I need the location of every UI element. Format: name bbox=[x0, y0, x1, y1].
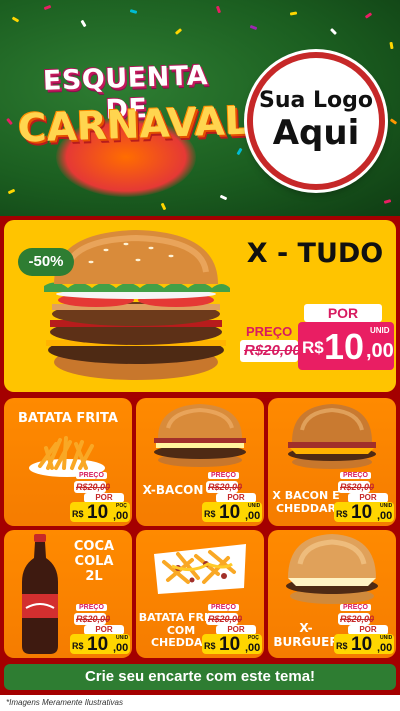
price-integer: 10 bbox=[87, 634, 109, 655]
confetti bbox=[80, 19, 87, 28]
burger-image bbox=[286, 534, 378, 604]
price-label: PREÇO bbox=[208, 472, 239, 479]
price-unit: POÇ bbox=[248, 635, 259, 641]
price-cents: ,00 bbox=[113, 510, 129, 522]
product-card-batata-frita-com-cheddar: BATATA FRITA COM CHEDDAR PREÇO R$20,00 P… bbox=[136, 530, 264, 658]
price-cents: ,00 bbox=[245, 510, 261, 522]
price-integer: 10 bbox=[324, 326, 365, 367]
old-price: R$20,00 bbox=[208, 482, 243, 492]
currency: R$ bbox=[336, 509, 348, 519]
old-price: R$20,00 bbox=[76, 614, 111, 624]
currency: R$ bbox=[204, 641, 216, 651]
confetti bbox=[43, 4, 52, 11]
confetti bbox=[249, 24, 258, 31]
price-cents: ,00 bbox=[245, 642, 261, 654]
price-label: PREÇO bbox=[340, 604, 371, 611]
confetti bbox=[289, 11, 298, 16]
price-tag: PREÇO R$20,00 POR R$ 10 ,00 UNID bbox=[70, 604, 130, 655]
por-label: POR bbox=[304, 304, 382, 322]
old-price: R$20,00 bbox=[340, 614, 375, 624]
price-unit: UNID bbox=[116, 635, 129, 641]
price-label: PREÇO bbox=[340, 472, 371, 479]
currency: R$ bbox=[336, 641, 348, 651]
price-label: PREÇO bbox=[246, 324, 293, 339]
price-label: PREÇO bbox=[208, 604, 239, 611]
old-price: R$20,00 bbox=[244, 342, 301, 359]
offers-panel: -50% X - TUDO PREÇO R$20,00 POR R$ 10 ,0… bbox=[0, 216, 400, 695]
burger-image bbox=[288, 404, 376, 469]
confetti bbox=[383, 199, 392, 204]
cta-banner[interactable]: Crie seu encarte com este tema! bbox=[4, 664, 396, 690]
confetti bbox=[219, 194, 228, 201]
confetti bbox=[215, 5, 222, 14]
product-name: BATATA FRITA bbox=[18, 411, 118, 426]
confetti bbox=[160, 202, 167, 211]
product-name: X BACON E CHEDDAR bbox=[272, 489, 340, 515]
price-tag: PREÇO R$20,00 POR R$ 10 ,00 UNID bbox=[334, 604, 394, 655]
price-unit: POÇ bbox=[116, 503, 127, 509]
confetti bbox=[364, 12, 373, 19]
logo-placeholder: Sua Logo Aqui bbox=[247, 52, 385, 190]
price-tag: PREÇO R$20,00 POR R$ 10 ,00 UNID bbox=[240, 300, 394, 382]
price-integer: 10 bbox=[87, 502, 109, 523]
product-name: X-BURGUER bbox=[273, 621, 339, 649]
product-card-batata-frita: BATATA FRITA PREÇO R$20,00 POR R$ 10 ,00… bbox=[4, 398, 132, 526]
product-card-x-burguer: X-BURGUER PREÇO R$20,00 POR R$ 10 ,00 UN… bbox=[268, 530, 396, 658]
price-cents: ,00 bbox=[377, 642, 393, 654]
price-integer: 10 bbox=[351, 634, 373, 655]
product-name: COCA COLA 2L bbox=[73, 539, 115, 584]
confetti bbox=[389, 41, 394, 50]
soda-bottle-image bbox=[22, 534, 58, 654]
price-integer: 10 bbox=[219, 634, 241, 655]
confetti bbox=[11, 16, 20, 23]
product-name: X-BACON bbox=[142, 483, 204, 497]
price-unit: UNID bbox=[248, 503, 261, 509]
footnote: *Imagens Meramente Ilustrativas bbox=[6, 698, 123, 707]
product-card-x-bacon-e-cheddar: X BACON E CHEDDAR PREÇO R$20,00 POR R$ 1… bbox=[268, 398, 396, 526]
price-tag: PREÇO R$20,00 POR R$ 10 ,00 UNID bbox=[202, 472, 262, 523]
confetti bbox=[329, 27, 338, 36]
price-integer: 10 bbox=[351, 502, 373, 523]
fries-cheddar-image bbox=[154, 544, 246, 594]
confetti bbox=[6, 117, 13, 126]
price-integer: 10 bbox=[219, 502, 241, 523]
price-label: PREÇO bbox=[76, 604, 107, 611]
price-unit: UNID bbox=[380, 503, 393, 509]
discount-badge: -50% bbox=[18, 248, 74, 276]
price-cents: ,00 bbox=[113, 642, 129, 654]
confetti bbox=[7, 188, 16, 195]
price-tag: PREÇO R$20,00 POR R$ 10 ,00 UNID bbox=[334, 472, 394, 523]
title-logo: ESQUENTA DE CARNAVAL bbox=[17, 55, 251, 197]
confetti bbox=[174, 28, 183, 35]
header-banner: ESQUENTA DE CARNAVAL Sua Logo Aqui bbox=[0, 0, 400, 216]
currency: R$ bbox=[302, 338, 324, 357]
product-card-x-bacon: X-BACON PREÇO R$20,00 POR R$ 10 ,00 UNID bbox=[136, 398, 264, 526]
currency: R$ bbox=[72, 641, 84, 651]
price-tag: PREÇO R$20,00 POR R$ 10 ,00 POÇ bbox=[70, 472, 130, 523]
logo-line2: Aqui bbox=[272, 112, 360, 153]
currency: R$ bbox=[72, 509, 84, 519]
price-tag: PREÇO R$20,00 POR R$ 10 ,00 POÇ bbox=[202, 604, 262, 655]
title-line2: CARNAVAL bbox=[17, 98, 251, 152]
price-cents: ,00 bbox=[366, 340, 394, 362]
logo-line1: Sua Logo bbox=[258, 88, 373, 114]
price-unit: UNID bbox=[370, 326, 390, 335]
confetti bbox=[389, 118, 398, 125]
price-label: PREÇO bbox=[76, 472, 107, 479]
burger-image bbox=[154, 404, 246, 467]
currency: R$ bbox=[204, 509, 216, 519]
price-cents: ,00 bbox=[377, 510, 393, 522]
old-price: R$20,00 bbox=[340, 482, 375, 492]
old-price: R$20,00 bbox=[76, 482, 111, 492]
price-unit: UNID bbox=[380, 635, 393, 641]
confetti bbox=[129, 9, 138, 14]
confetti bbox=[236, 147, 243, 156]
hero-product-title: X - TUDO bbox=[246, 238, 384, 269]
old-price: R$20,00 bbox=[208, 614, 243, 624]
product-card-coca-cola: COCA COLA 2L PREÇO R$20,00 POR R$ 10 ,00… bbox=[4, 530, 132, 658]
hero-offer-card: -50% X - TUDO PREÇO R$20,00 POR R$ 10 ,0… bbox=[4, 220, 396, 392]
